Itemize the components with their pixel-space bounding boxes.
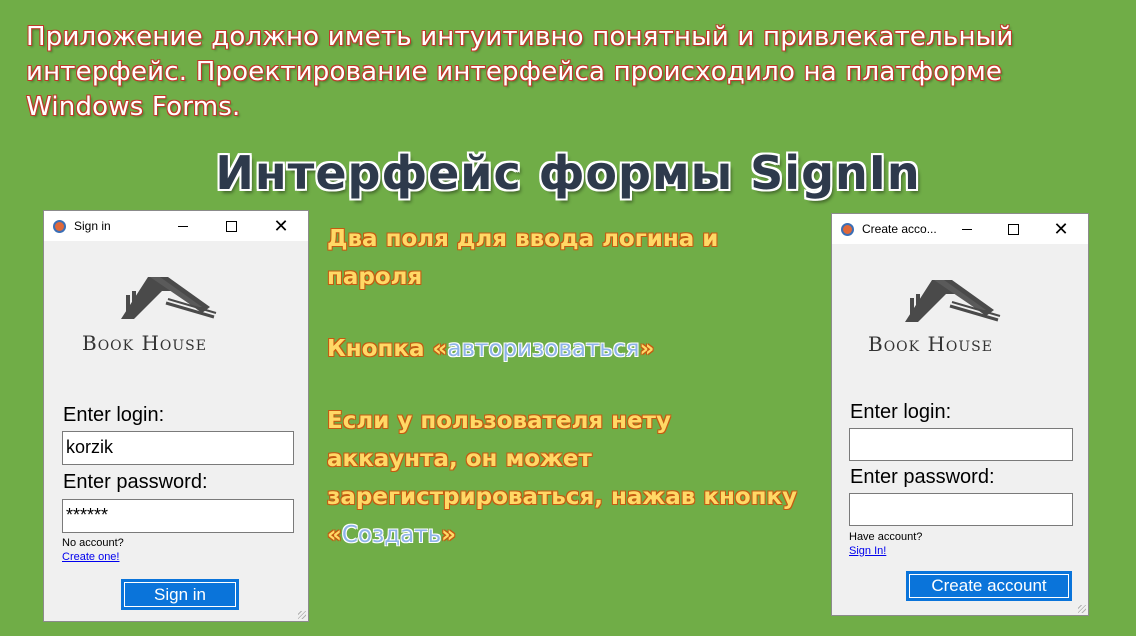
bullet-login-fields: Два поля для ввода логина и пароля (327, 226, 719, 290)
minimize-icon[interactable] (160, 211, 206, 241)
password-label: Enter password: (850, 466, 995, 488)
minimize-icon[interactable] (944, 214, 990, 244)
create-account-button[interactable]: Create account (906, 571, 1072, 601)
brand-name: Book House (82, 331, 207, 355)
no-account-label: No account? (62, 537, 124, 549)
maximize-icon[interactable] (990, 214, 1036, 244)
slide-title: Интерфейс формы SignIn (215, 146, 921, 200)
bullet-list: Два поля для ввода логина и пароля Кнопк… (327, 220, 807, 588)
signin-window: Sign in ✕ Book House Enter login: korzik… (43, 210, 309, 622)
slide-intro-text: Приложение должно иметь интуитивно понят… (26, 22, 1014, 122)
create-account-window: Create acco... ✕ Book House Enter login:… (831, 213, 1089, 616)
app-icon (841, 222, 854, 236)
password-field[interactable] (849, 493, 1073, 526)
bullet-highlight-create: Создать (341, 522, 442, 548)
bullet-create-account: Если у пользователя нету аккаунта, он мо… (327, 408, 798, 548)
create-window-title: Create acco... (862, 222, 937, 236)
app-icon (53, 219, 66, 233)
maximize-icon[interactable] (208, 211, 254, 241)
close-icon[interactable]: ✕ (1038, 214, 1084, 244)
login-field[interactable] (849, 428, 1073, 461)
close-icon[interactable]: ✕ (258, 211, 304, 241)
bullet-highlight-authorize: авторизоваться (447, 336, 640, 362)
resize-grip[interactable] (1078, 605, 1086, 613)
signin-button[interactable]: Sign in (121, 579, 239, 610)
signin-titlebar[interactable]: Sign in ✕ (44, 211, 308, 241)
password-label: Enter password: (63, 471, 208, 493)
bullet-authorize-button: Кнопка «авторизоваться» (327, 336, 655, 362)
signin-link[interactable]: Sign In! (849, 545, 886, 557)
have-account-label: Have account? (849, 531, 923, 543)
create-titlebar[interactable]: Create acco... ✕ (832, 214, 1088, 244)
password-field[interactable]: ****** (62, 499, 294, 533)
login-label: Enter login: (850, 401, 952, 423)
login-label: Enter login: (63, 404, 165, 426)
create-account-link[interactable]: Create one! (62, 551, 119, 563)
house-logo-icon (121, 277, 217, 319)
resize-grip[interactable] (298, 611, 306, 619)
signin-window-title: Sign in (74, 219, 111, 233)
house-logo-icon (905, 280, 1001, 322)
login-field[interactable]: korzik (62, 431, 294, 465)
brand-name: Book House (868, 332, 993, 356)
